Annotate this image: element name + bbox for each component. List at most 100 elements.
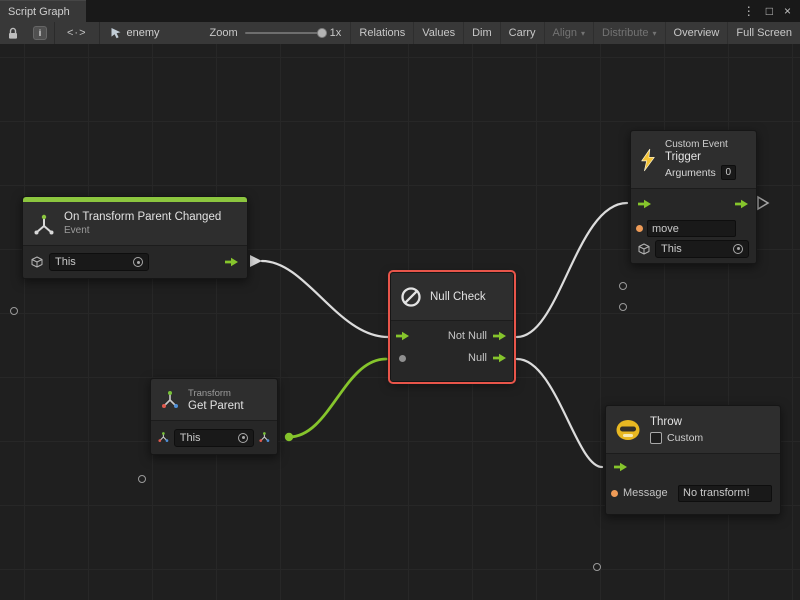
gameobject-cube-icon bbox=[638, 243, 650, 255]
node-title: On Transform Parent Changed bbox=[64, 211, 221, 223]
toolbar-buttons: Relations Values Dim Carry Align ▾ Distr… bbox=[350, 22, 800, 44]
zoom-value: 1x bbox=[330, 27, 342, 39]
close-icon[interactable]: × bbox=[784, 4, 791, 18]
edit-graph-button[interactable]: <·> bbox=[55, 27, 99, 39]
gameobject-cube-icon bbox=[31, 256, 43, 268]
custom-label: Custom bbox=[667, 432, 703, 444]
zoom-control: Zoom 1x bbox=[210, 27, 342, 39]
align-dropdown[interactable]: Align ▾ bbox=[544, 22, 593, 44]
wire-notnull-to-customevent[interactable] bbox=[517, 203, 627, 337]
lightning-bolt-icon bbox=[639, 147, 657, 173]
node-null-check[interactable]: Null Check Not Null Null bbox=[390, 272, 514, 382]
distribute-label: Distribute bbox=[602, 27, 648, 39]
zoom-label: Zoom bbox=[210, 27, 238, 39]
event-name-input[interactable] bbox=[647, 220, 736, 237]
control-input-arrow[interactable] bbox=[396, 331, 410, 341]
null-output-arrow[interactable] bbox=[493, 353, 507, 363]
graph-pointer-icon bbox=[110, 27, 122, 39]
node-category: Transform bbox=[188, 388, 244, 399]
transform-icon bbox=[160, 390, 180, 410]
info-icon: i bbox=[33, 26, 47, 40]
this-value: This bbox=[661, 243, 682, 255]
message-label: Message bbox=[623, 487, 668, 499]
wire-event-to-nullcheck[interactable] bbox=[262, 261, 388, 337]
node-get-parent[interactable]: Transform Get Parent This bbox=[150, 378, 278, 455]
lock-icon bbox=[7, 27, 19, 40]
align-label: Align bbox=[553, 27, 577, 39]
object-target-icon[interactable] bbox=[133, 257, 143, 267]
string-port-dot[interactable] bbox=[611, 490, 618, 497]
graph-toolbar: i <·> enemy Zoom 1x Relations Values Dim… bbox=[0, 22, 800, 44]
string-port-dot[interactable] bbox=[636, 225, 643, 232]
window-controls: ⋮ □ × bbox=[743, 0, 800, 22]
control-input-arrow[interactable] bbox=[638, 199, 652, 209]
target-input-port[interactable] bbox=[619, 303, 627, 311]
node-throw[interactable]: Throw Custom Message bbox=[605, 405, 781, 515]
lock-button[interactable] bbox=[0, 22, 26, 44]
overview-button[interactable]: Overview bbox=[665, 22, 728, 44]
relations-label: Relations bbox=[359, 27, 405, 39]
values-button[interactable]: Values bbox=[413, 22, 463, 44]
fullscreen-button[interactable]: Full Screen bbox=[727, 22, 800, 44]
arguments-label: Arguments bbox=[665, 167, 716, 179]
control-output-arrow[interactable] bbox=[735, 199, 749, 209]
arguments-count-field[interactable]: 0 bbox=[721, 165, 736, 180]
zoom-slider-handle[interactable] bbox=[317, 28, 327, 38]
inspector-button[interactable]: i bbox=[26, 22, 54, 44]
object-target-icon[interactable] bbox=[238, 433, 248, 443]
node-header: Custom Event Trigger Arguments 0 bbox=[631, 131, 756, 189]
tab-title: Script Graph bbox=[8, 6, 70, 18]
dim-button[interactable]: Dim bbox=[463, 22, 500, 44]
overview-label: Overview bbox=[674, 27, 720, 39]
message-input[interactable] bbox=[678, 485, 772, 502]
control-output-arrow[interactable] bbox=[225, 257, 239, 267]
event-output-port[interactable] bbox=[250, 255, 262, 267]
relations-button[interactable]: Relations bbox=[350, 22, 413, 44]
graph-name-label: enemy bbox=[127, 27, 160, 39]
this-object-picker[interactable]: This bbox=[655, 240, 749, 258]
custom-checkbox[interactable] bbox=[650, 432, 662, 444]
fullscreen-label: Full Screen bbox=[736, 27, 792, 39]
wire-null-to-throw[interactable] bbox=[517, 359, 602, 467]
chevron-down-icon: ▾ bbox=[581, 29, 585, 38]
value-input-port[interactable] bbox=[10, 307, 18, 315]
transform-output-port[interactable] bbox=[259, 432, 270, 443]
not-null-label: Not Null bbox=[448, 330, 487, 342]
null-check-icon bbox=[400, 286, 422, 308]
not-null-output-arrow[interactable] bbox=[493, 331, 507, 341]
throw-icon bbox=[615, 419, 641, 441]
name-input-port[interactable] bbox=[619, 282, 627, 290]
this-object-picker[interactable]: This bbox=[174, 429, 254, 447]
message-input-port[interactable] bbox=[593, 563, 601, 571]
control-input-arrow[interactable] bbox=[614, 462, 628, 472]
tab-script-graph[interactable]: Script Graph bbox=[0, 0, 86, 22]
this-value: This bbox=[55, 256, 76, 268]
node-subtitle: Event bbox=[64, 225, 221, 236]
transform-mini-icon bbox=[158, 432, 169, 443]
graph-canvas[interactable]: On Transform Parent Changed Event This bbox=[0, 44, 800, 600]
node-on-transform-parent-changed[interactable]: On Transform Parent Changed Event This bbox=[22, 196, 248, 279]
zoom-slider[interactable] bbox=[245, 32, 323, 34]
maximize-icon[interactable]: □ bbox=[766, 4, 773, 18]
this-object-picker[interactable]: This bbox=[49, 253, 149, 271]
node-header: On Transform Parent Changed Event bbox=[23, 202, 247, 246]
graph-name-breadcrumb[interactable]: enemy bbox=[100, 27, 170, 39]
window-tab-bar: Script Graph ⋮ □ × bbox=[0, 0, 800, 22]
distribute-dropdown[interactable]: Distribute ▾ bbox=[593, 22, 664, 44]
node-category: Custom Event bbox=[665, 139, 736, 150]
node-trigger-custom-event[interactable]: Custom Event Trigger Arguments 0 bbox=[630, 130, 757, 264]
node-title: Throw bbox=[650, 416, 703, 428]
dim-label: Dim bbox=[472, 27, 492, 39]
node-header: Transform Get Parent bbox=[151, 379, 277, 421]
object-target-icon[interactable] bbox=[733, 244, 743, 254]
value-input-port[interactable] bbox=[138, 475, 146, 483]
getparent-output-port[interactable] bbox=[285, 433, 293, 441]
wire-getparent-to-nullcheck[interactable] bbox=[289, 359, 386, 437]
carry-button[interactable]: Carry bbox=[500, 22, 544, 44]
this-value: This bbox=[180, 432, 201, 444]
customevent-output-port[interactable] bbox=[758, 197, 768, 209]
value-input-dot[interactable] bbox=[399, 355, 406, 362]
node-header: Null Check bbox=[391, 273, 513, 321]
chevron-down-icon: ▾ bbox=[653, 29, 657, 38]
window-menu-icon[interactable]: ⋮ bbox=[743, 4, 755, 18]
